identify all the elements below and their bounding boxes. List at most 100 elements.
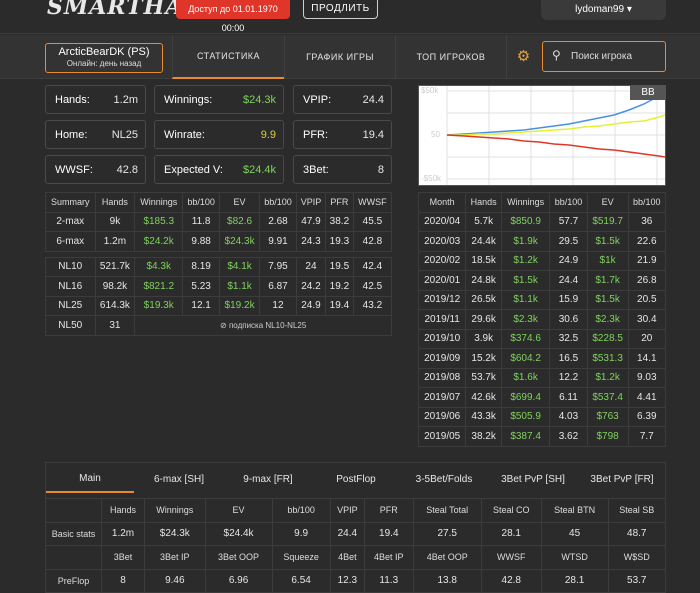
renew-button[interactable]: ПРОДЛИТЬ [303, 0, 378, 19]
table-row[interactable]: 2020/02 18.5k $1.2k 24.9 $1k 21.9 [417, 250, 667, 271]
stat-label: WWSF: [55, 164, 93, 176]
cell: 30.4 [627, 309, 667, 330]
username: lydoman99 [575, 4, 625, 15]
cell: 57.7 [549, 211, 588, 232]
col-header: Winnings [134, 192, 184, 213]
table-row[interactable]: 2019/10 3.9k $374.6 32.5 $228.5 20 [417, 328, 667, 349]
table-row[interactable]: 2019/11 29.6k $2.3k 30.6 $2.3k 30.4 [417, 309, 667, 330]
tab-9max[interactable]: 9-max [FR] [224, 466, 312, 493]
tab-6max[interactable]: 6-max [SH] [134, 466, 224, 493]
cell: 1.2m [100, 521, 146, 546]
tab-3-5bet-folds[interactable]: 3-5Bet/Folds [400, 466, 488, 493]
cell: $82.6 [219, 211, 260, 232]
gear-icon[interactable]: ⚙ [515, 48, 532, 65]
col-header: Hands [465, 192, 502, 213]
stat-winrate: Winrate: 9.9 [154, 120, 284, 149]
stat-value: $24.4k [242, 164, 276, 176]
col-header: Squeeze [271, 545, 331, 570]
cell: 6.87 [258, 276, 297, 297]
cell: NL16 [45, 276, 96, 297]
search-box[interactable]: ⚲ Поиск игрока [542, 41, 666, 72]
col-header: 3Bet [100, 545, 146, 570]
cell: 53.7k [465, 367, 502, 388]
cell: 8.19 [182, 256, 221, 277]
tab-3bet-pvp-sh[interactable]: 3Bet PvP [SH] [488, 466, 578, 493]
col-header: Winnings [144, 498, 206, 523]
tab-main[interactable]: Main [46, 466, 134, 493]
stat-label: 3Bet: [303, 164, 329, 176]
cell: 30.6 [549, 309, 588, 330]
cell: $1k [586, 250, 629, 271]
tab-game-graph[interactable]: ГРАФИК ИГРЫ [284, 35, 395, 79]
caret-down-icon: ▾ [626, 4, 632, 15]
cell: 11.3 [363, 568, 414, 593]
cell: 9.9 [271, 521, 331, 546]
cell: $798 [586, 426, 629, 447]
cell: 7.95 [258, 256, 297, 277]
user-menu-button[interactable]: lydoman99 ▾ [541, 0, 666, 20]
player-badge[interactable]: ArcticBearDK (PS) Онлайн: день назад [45, 43, 163, 73]
cell: $1.7k [586, 270, 629, 291]
cell: $19.3k [134, 295, 184, 316]
cell: 2019/10 [417, 328, 467, 349]
cell: 19.3 [325, 231, 354, 252]
cell: 24.4 [329, 521, 365, 546]
chart-bb-toggle[interactable]: BB [630, 85, 666, 100]
table-row[interactable]: 6-max 1.2m $24.2k 9.88 $24.3k 9.91 24.3 … [45, 231, 393, 252]
stat-hands: Hands: 1.2m [45, 85, 146, 114]
table-row[interactable]: 2020/04 5.7k $850.9 57.7 $519.7 36 [417, 211, 667, 232]
cell: NL25 [45, 295, 96, 316]
table-row[interactable]: 2019/08 53.7k $1.6k 12.2 $1.2k 9.03 [417, 367, 667, 388]
cell: $531.3 [586, 348, 629, 369]
table-row[interactable]: NL10 521.7k $4.3k 8.19 $4.1k 7.95 24 19.… [45, 256, 393, 277]
cell: $1.5k [586, 289, 629, 310]
cell: 2019/06 [417, 406, 467, 427]
cell: 29.6k [465, 309, 502, 330]
cell: 32.5 [549, 328, 588, 349]
table-row[interactable]: 2019/09 15.2k $604.2 16.5 $531.3 14.1 [417, 348, 667, 369]
table-row[interactable]: NL16 98.2k $821.2 5.23 $1.1k 6.87 24.2 1… [45, 276, 393, 297]
cell: 2020/02 [417, 250, 467, 271]
cell: 6.39 [627, 406, 667, 427]
stat-value: 19.4 [362, 129, 384, 141]
search-input[interactable]: Поиск игрока [571, 51, 632, 62]
stat-winnings: Winnings: $24.3k [154, 85, 284, 114]
cell: $2.3k [500, 309, 551, 330]
cell: 1.2m [94, 231, 136, 252]
stat-value: 1.2m [113, 94, 138, 106]
winnings-chart[interactable] [418, 85, 666, 186]
table-row[interactable]: NL25 614.3k $19.3k 12.1 $19.2k 12 24.9 1… [45, 295, 393, 316]
cell: 24.8k [465, 270, 502, 291]
table-row[interactable]: 2-max 9k $185.3 11.8 $82.6 2.68 47.9 38.… [45, 211, 393, 232]
table-row[interactable]: 2020/01 24.8k $1.5k 24.4 $1.7k 26.8 [417, 270, 667, 291]
table-header-row: Summary Hands Winnings bb/100 EV bb/100 … [45, 192, 393, 213]
table-row[interactable]: 2019/06 43.3k $505.9 4.03 $763 6.39 [417, 406, 667, 427]
table-row[interactable]: 2019/07 42.6k $699.4 6.11 $537.4 4.41 [417, 387, 667, 408]
subscription-note[interactable]: ⊘ подписка NL10-NL25 [134, 315, 392, 336]
tab-top-players[interactable]: ТОП ИГРОКОВ [395, 35, 507, 79]
tab-3bet-pvp-fr[interactable]: 3Bet PvP [FR] [578, 466, 666, 493]
tab-statistics[interactable]: СТАТИСТИКА [172, 35, 284, 79]
cell: $4.3k [134, 256, 184, 277]
col-header: EV [586, 192, 629, 213]
search-icon: ⚲ [552, 48, 561, 62]
table-row[interactable]: 2019/12 26.5k $1.1k 15.9 $1.5k 20.5 [417, 289, 667, 310]
cell: $1.2k [586, 367, 629, 388]
player-name: ArcticBearDK (PS) [58, 46, 150, 58]
table-row[interactable]: 2020/03 24.4k $1.9k 29.5 $1.5k 22.6 [417, 231, 667, 252]
cell: 42.6k [465, 387, 502, 408]
tab-postflop[interactable]: PostFlop [312, 466, 400, 493]
cell: 24.9 [549, 250, 588, 271]
cell: $850.9 [500, 211, 551, 232]
cell: $19.2k [219, 295, 260, 316]
cell: 53.7 [607, 568, 667, 593]
cell: 26.8 [627, 270, 667, 291]
col-header: WTSD [540, 545, 609, 570]
col-header: bb/100 [258, 192, 297, 213]
table-row[interactable]: 2019/05 38.2k $387.4 3.62 $798 7.7 [417, 426, 667, 447]
cell: NL50 [45, 315, 96, 336]
table-header-row: Month Hands Winnings bb/100 EV bb/100 [417, 192, 667, 213]
cell: 9.88 [182, 231, 221, 252]
cell: 43.2 [352, 295, 393, 316]
axis-label-top: $50k [421, 86, 439, 95]
